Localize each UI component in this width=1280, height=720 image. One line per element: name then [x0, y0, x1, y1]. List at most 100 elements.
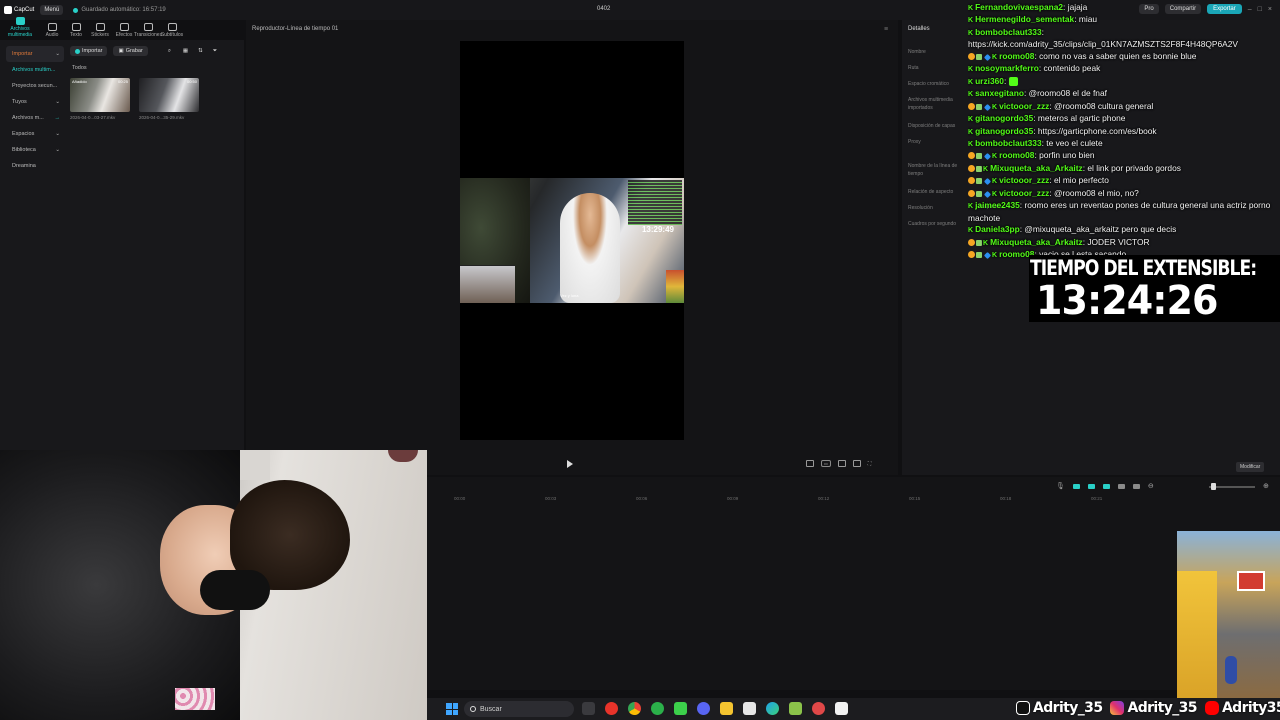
chat-username[interactable]: victooor_zzz	[999, 175, 1049, 185]
taskbar-apps	[582, 702, 848, 715]
chat-username[interactable]: Hermenegildo_sementak	[975, 14, 1074, 24]
tool-effects[interactable]: Efectos	[112, 23, 136, 40]
menu-icon[interactable]: ≡	[884, 26, 888, 33]
sort-icon[interactable]: ⇅	[198, 48, 203, 54]
discord-icon[interactable]	[697, 702, 710, 715]
record-button[interactable]: ▣ Grabar	[113, 46, 148, 56]
chat-username[interactable]: Mixuqueta_aka_Arkaitz	[990, 237, 1083, 247]
zoom-in-icon[interactable]: ⊕	[1263, 482, 1269, 490]
link-icon[interactable]	[1072, 483, 1080, 489]
tool-transitions[interactable]: Transiciones	[134, 23, 162, 40]
windows-start-icon[interactable]	[446, 703, 458, 715]
obs-icon[interactable]	[812, 702, 825, 715]
media-nav: Importar ⌄ Archivos multim... Proyectos s…	[6, 46, 64, 174]
quality-icon[interactable]	[852, 460, 861, 467]
chat-username[interactable]: Fernandovivaespana2	[975, 2, 1063, 12]
social-handle: Adrity_35	[1033, 700, 1103, 716]
nav-dreamina[interactable]: Dreamina	[6, 158, 64, 174]
opera-icon[interactable]	[605, 702, 618, 715]
detail-label: Nombre de la línea de tiempo	[908, 163, 958, 177]
capcut-icon[interactable]	[835, 702, 848, 715]
tool-text[interactable]: Texto	[64, 23, 88, 40]
chevron-down-icon: ⌄	[55, 99, 60, 105]
fullscreen-icon[interactable]: ⛶	[868, 461, 872, 467]
sign-image	[1237, 571, 1265, 591]
chat-username[interactable]: Mixuqueta_aka_Arkaitz	[990, 163, 1083, 173]
chat-username[interactable]: roomo08	[999, 150, 1034, 160]
nav-media-files[interactable]: Archivos multim...	[6, 62, 64, 78]
media-item[interactable]: Añadido 00:25 2026-04-0...03-27.mkv	[70, 78, 130, 120]
search-icon[interactable]: ⌕	[168, 48, 171, 55]
minecraft-icon[interactable]	[789, 702, 802, 715]
magnet-icon[interactable]	[1087, 483, 1095, 489]
chat-username[interactable]: sanxegitano	[975, 88, 1024, 98]
kick-badge-icon: K	[983, 239, 989, 247]
screenshot-icon[interactable]	[837, 460, 846, 467]
chat-username[interactable]: gitanogordo35	[975, 113, 1033, 123]
chat-message: Kurzi360:	[968, 76, 1280, 88]
grid-view-icon[interactable]: ▦	[183, 48, 188, 54]
chat-username[interactable]: victooor_zzz	[999, 188, 1049, 198]
zoom-out-icon[interactable]: ⊖	[1148, 482, 1154, 490]
nav-yours[interactable]: Tuyos ⌄	[6, 94, 64, 110]
chat-username[interactable]: bombobclaut333	[975, 27, 1042, 37]
zoom-slider-handle[interactable]	[1211, 483, 1216, 490]
whatsapp-icon[interactable]	[674, 702, 687, 715]
subtitles-icon	[167, 23, 177, 31]
spotify-icon[interactable]	[651, 702, 664, 715]
chat-username[interactable]: victooor_zzz	[999, 101, 1049, 111]
microphone-icon[interactable]: 🎙	[1056, 482, 1065, 490]
crop-icon[interactable]	[806, 460, 814, 467]
autosave-icon	[73, 7, 79, 13]
kick-badge-icon: K	[968, 203, 974, 211]
timeline-ruler[interactable]: 00:00 00:03 00:06 00:09 00:12 00:15 00:1…	[440, 496, 1200, 504]
chat-username[interactable]: urzi360	[975, 76, 1004, 86]
play-icon[interactable]	[567, 460, 573, 468]
chat-username[interactable]: nosoymarkferro	[975, 63, 1039, 73]
gem-badge-icon	[983, 178, 992, 186]
import-button[interactable]: Importar	[70, 46, 108, 56]
zoom-fit-icon[interactable]	[1132, 483, 1140, 489]
filter-icon[interactable]: ⏷	[213, 48, 217, 55]
task-view-icon[interactable]	[582, 702, 595, 715]
mail-icon[interactable]	[743, 702, 756, 715]
chat-message: Kroomo08: como no vas a saber quien es b…	[968, 51, 1280, 63]
project-name[interactable]: 0402	[597, 6, 610, 12]
social-handle: Adrity_35	[1127, 700, 1197, 716]
media-icon	[15, 17, 25, 25]
chat-username[interactable]: gitanogordo35	[975, 126, 1033, 136]
preview-axis-icon[interactable]	[1117, 483, 1125, 489]
nav-spaces[interactable]: Espacios ⌄	[6, 126, 64, 142]
tool-audio[interactable]: Audio	[40, 23, 64, 40]
chat-username[interactable]: Daniela3pp	[975, 224, 1020, 234]
snap-icon[interactable]	[1102, 483, 1110, 489]
nav-import[interactable]: Importar ⌄	[6, 46, 64, 62]
tool-subtitles[interactable]: Subtítulos	[160, 23, 184, 40]
file-explorer-icon[interactable]	[720, 702, 733, 715]
chat-username[interactable]: roomo08	[999, 51, 1034, 61]
ruler-tick: 00:18	[1000, 496, 1012, 501]
ratio-button[interactable]: ▭	[821, 460, 831, 467]
modify-button[interactable]: Modificar	[1236, 462, 1265, 472]
taskbar-search[interactable]: Buscar	[464, 701, 574, 717]
media-toolbar: Archivos multimedia Audio Texto Stickers…	[0, 17, 244, 40]
detail-label: Ruta	[908, 65, 919, 71]
chrome-icon[interactable]	[628, 702, 641, 715]
timeline-panel[interactable]	[427, 477, 1280, 690]
detail-label: Archivos multimedia importados	[908, 97, 953, 111]
nav-media-files-2[interactable]: Archivos m... →	[6, 110, 64, 126]
chat-text: https://kick.com/adrity_35/clips/clip_01…	[968, 39, 1238, 50]
tool-stickers[interactable]: Stickers	[88, 23, 112, 40]
chat-username[interactable]: bombobclaut333	[975, 138, 1042, 148]
kick-badge-icon: K	[968, 66, 974, 74]
nav-secondary-projects[interactable]: Proyectos secun...	[6, 78, 64, 94]
gem-badge-icon	[983, 53, 992, 61]
nav-label: Importar	[12, 51, 33, 57]
edge-icon[interactable]	[766, 702, 779, 715]
tool-media[interactable]: Archivos multimedia	[0, 17, 40, 40]
menu-button[interactable]: Menú	[40, 5, 64, 15]
media-item[interactable]: 00:50 2026-04-0...35-29.mkv	[139, 78, 199, 120]
transitions-icon	[143, 23, 153, 31]
chat-username[interactable]: jaimee2435	[975, 200, 1020, 210]
nav-library[interactable]: Biblioteca ⌄	[6, 142, 64, 158]
